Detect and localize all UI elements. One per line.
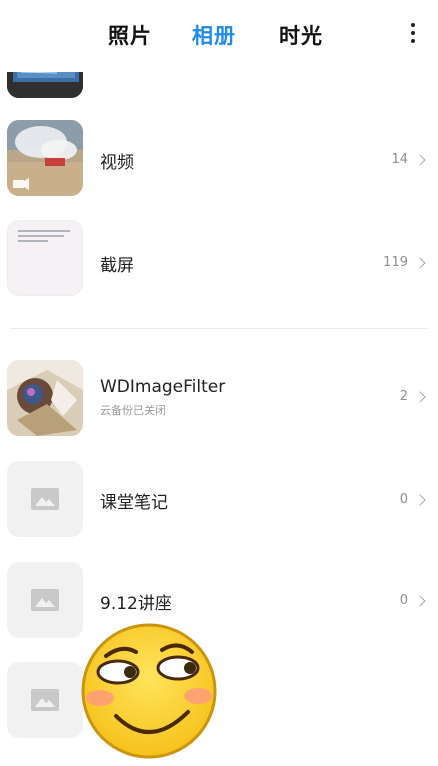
album-title: 视频 <box>100 153 134 173</box>
album-title: WDImageFilter <box>100 377 226 397</box>
album-count: 0 <box>399 492 408 507</box>
backup-status: 云备份已关闭 <box>100 404 166 417</box>
video-badge-icon <box>13 180 24 188</box>
album-thumbnail <box>7 360 83 436</box>
image-placeholder-icon <box>31 589 59 611</box>
album-row-videos[interactable]: 视频 14 <box>0 120 438 204</box>
album-row-class-notes[interactable]: 课堂笔记 0 <box>0 461 438 545</box>
album-count: 119 <box>383 255 408 270</box>
album-title: 截屏 <box>100 256 134 276</box>
album-row-screenshots[interactable]: 截屏 119 <box>0 220 438 304</box>
top-tab-bar: 照片 相册 时光 <box>0 0 438 72</box>
album-count: 2 <box>399 389 408 404</box>
more-vertical-icon[interactable] <box>408 20 418 48</box>
album-count: 14 <box>391 152 408 167</box>
album-thumbnail <box>7 120 83 196</box>
album-title: 9.12讲座 <box>100 594 172 614</box>
chevron-right-icon <box>414 154 426 166</box>
image-placeholder-icon <box>31 488 59 510</box>
tab-moments[interactable]: 时光 <box>279 20 323 50</box>
chevron-right-icon <box>414 494 426 506</box>
section-divider <box>10 328 428 329</box>
image-placeholder-icon <box>31 689 59 711</box>
smirk-emoji-sticker <box>78 620 220 762</box>
album-thumbnail <box>7 562 83 638</box>
album-row-wdimagefilter[interactable]: WDImageFilter 云备份已关闭 2 <box>0 360 438 444</box>
tab-albums[interactable]: 相册 <box>192 20 236 50</box>
album-thumbnail <box>7 461 83 537</box>
album-title: 课堂笔记 <box>100 493 168 513</box>
album-thumbnail <box>7 662 83 738</box>
album-thumbnail <box>7 220 83 296</box>
album-count: 0 <box>399 593 408 608</box>
tab-photos[interactable]: 照片 <box>108 20 152 50</box>
chevron-right-icon <box>414 257 426 269</box>
chevron-right-icon <box>414 391 426 403</box>
chevron-right-icon <box>414 595 426 607</box>
